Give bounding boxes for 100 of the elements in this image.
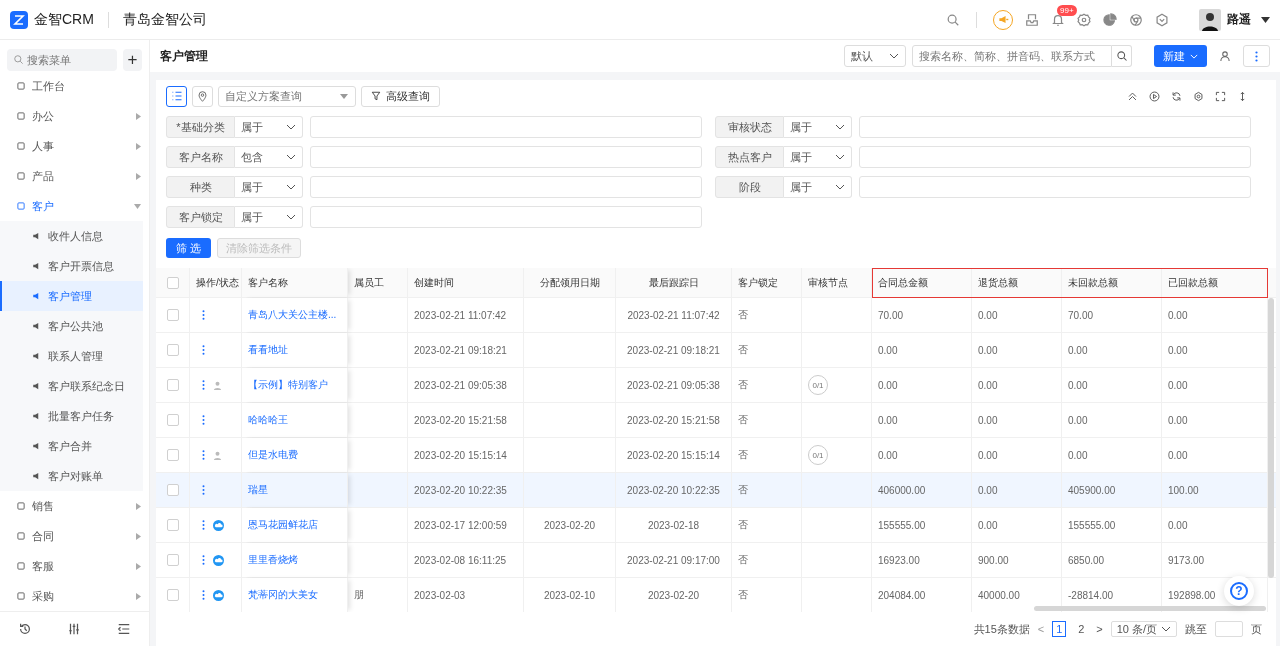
customer-name-link[interactable]: 哈哈哈王 bbox=[248, 413, 288, 427]
vertical-resize-icon[interactable] bbox=[1237, 90, 1248, 102]
filter-input[interactable] bbox=[310, 146, 702, 168]
next-page-button[interactable]: > bbox=[1096, 623, 1103, 636]
customer-name-link[interactable]: 瑞星 bbox=[248, 483, 268, 497]
history-icon[interactable] bbox=[17, 622, 32, 636]
customer-name-link[interactable]: 梵蒂冈的大美女 bbox=[248, 588, 318, 602]
filter-input[interactable] bbox=[859, 116, 1251, 138]
refresh-icon[interactable] bbox=[1171, 90, 1182, 102]
menu-item[interactable]: 人事 bbox=[0, 131, 149, 161]
more-icon[interactable] bbox=[202, 520, 205, 530]
menu-item[interactable]: 销售 bbox=[0, 491, 149, 521]
submenu-item[interactable]: 客户对账单 bbox=[0, 461, 143, 491]
operator-select[interactable]: 属于 bbox=[784, 176, 852, 198]
customer-name-link[interactable]: 看看地址 bbox=[248, 343, 288, 357]
row-checkbox[interactable] bbox=[166, 554, 179, 566]
submenu-item[interactable]: 批量客户任务 bbox=[0, 401, 143, 431]
customer-name-link[interactable]: 但是水电费 bbox=[248, 448, 298, 462]
operator-select[interactable]: 包含 bbox=[235, 146, 303, 168]
menu-item[interactable]: 客户 bbox=[0, 191, 149, 221]
hexagon-icon[interactable] bbox=[1155, 12, 1169, 27]
help-button[interactable]: ? bbox=[1224, 576, 1254, 606]
new-button[interactable]: 新建 bbox=[1154, 45, 1207, 67]
menu-item[interactable]: 工作台 bbox=[0, 71, 149, 101]
operator-select[interactable]: 属于 bbox=[784, 146, 852, 168]
list-view-button[interactable] bbox=[166, 85, 187, 107]
advanced-query-button[interactable]: 高级查询 bbox=[361, 85, 440, 107]
row-checkbox[interactable] bbox=[166, 309, 179, 321]
row-checkbox[interactable] bbox=[166, 414, 179, 426]
jump-page-field[interactable] bbox=[1215, 621, 1243, 638]
user-name[interactable]: 路遥 bbox=[1227, 11, 1251, 28]
row-checkbox[interactable] bbox=[166, 519, 179, 531]
row-checkbox[interactable] bbox=[166, 379, 179, 391]
map-pin-button[interactable] bbox=[192, 85, 213, 107]
sliders-icon[interactable] bbox=[67, 622, 82, 636]
play-icon[interactable] bbox=[1149, 90, 1160, 102]
settings-icon[interactable] bbox=[1077, 12, 1091, 27]
pie-chart-icon[interactable] bbox=[1103, 12, 1117, 27]
horizontal-scrollbar[interactable] bbox=[1034, 606, 1266, 612]
filter-input[interactable] bbox=[310, 176, 702, 198]
filter-input[interactable] bbox=[859, 146, 1251, 168]
row-checkbox[interactable] bbox=[166, 344, 179, 356]
filter-input[interactable] bbox=[859, 176, 1251, 198]
row-checkbox[interactable] bbox=[166, 449, 179, 461]
operator-select[interactable]: 属于 bbox=[235, 176, 303, 198]
select-all-checkbox[interactable] bbox=[166, 276, 179, 289]
customer-name-link[interactable]: 【示例】特别客户 bbox=[248, 378, 328, 392]
more-icon[interactable] bbox=[202, 485, 205, 495]
filter-input[interactable] bbox=[310, 206, 702, 228]
more-icon[interactable] bbox=[202, 555, 205, 565]
menu-search-field[interactable]: 搜索菜单 bbox=[7, 49, 117, 71]
more-icon[interactable] bbox=[202, 310, 205, 320]
more-icon[interactable] bbox=[202, 590, 205, 600]
page-button[interactable]: 2 bbox=[1074, 621, 1089, 638]
menu-item[interactable]: 采购 bbox=[0, 581, 149, 611]
avatar[interactable] bbox=[1199, 8, 1221, 31]
add-button[interactable]: + bbox=[123, 49, 142, 71]
search-icon[interactable] bbox=[946, 12, 960, 27]
more-icon[interactable] bbox=[202, 415, 205, 425]
page-size-select[interactable]: 10 条/页 bbox=[1110, 621, 1177, 638]
more-icon[interactable] bbox=[202, 345, 205, 355]
operator-select[interactable]: 属于 bbox=[235, 116, 303, 138]
submenu-item[interactable]: 客户管理 bbox=[0, 281, 143, 311]
submenu-item[interactable]: 客户合并 bbox=[0, 431, 143, 461]
menu-item[interactable]: 办公 bbox=[0, 101, 149, 131]
row-checkbox[interactable] bbox=[166, 589, 179, 601]
caret-icon[interactable] bbox=[1261, 16, 1270, 23]
vertical-scrollbar[interactable] bbox=[1268, 298, 1274, 578]
collapse-menu-icon[interactable] bbox=[117, 622, 132, 636]
more-button[interactable] bbox=[1243, 45, 1270, 67]
submenu-item[interactable]: 客户开票信息 bbox=[0, 251, 143, 281]
menu-item[interactable]: 合同 bbox=[0, 521, 149, 551]
search-button[interactable] bbox=[1112, 45, 1132, 67]
filter-input[interactable] bbox=[310, 116, 702, 138]
menu-item[interactable]: 客服 bbox=[0, 551, 149, 581]
scheme-select[interactable]: 自定义方案查询 bbox=[218, 85, 356, 107]
customer-name-link[interactable]: 青岛八大关公主楼... bbox=[248, 308, 337, 322]
submenu-item[interactable]: 客户联系纪念日 bbox=[0, 371, 143, 401]
operator-select[interactable]: 属于 bbox=[235, 206, 303, 228]
customer-name-link[interactable]: 里里香烧烤 bbox=[248, 553, 298, 567]
page-button[interactable]: 1 bbox=[1052, 621, 1067, 638]
submenu-item[interactable]: 收件人信息 bbox=[0, 221, 143, 251]
browser-icon[interactable] bbox=[1129, 12, 1143, 27]
customer-name-link[interactable]: 恩马花园鲜花店 bbox=[248, 518, 318, 532]
bell-icon[interactable] bbox=[1051, 12, 1065, 27]
inbox-icon[interactable] bbox=[1025, 12, 1039, 27]
submenu-item[interactable]: 客户公共池 bbox=[0, 311, 143, 341]
filter-button[interactable]: 筛 选 bbox=[166, 238, 212, 258]
submenu-item[interactable]: 联系人管理 bbox=[0, 341, 143, 371]
search-field[interactable]: 搜索名称、简称、拼音码、联系方式 bbox=[912, 45, 1112, 67]
menu-item[interactable]: 产品 bbox=[0, 161, 149, 191]
collapse-up-icon[interactable] bbox=[1127, 90, 1138, 102]
fullscreen-icon[interactable] bbox=[1215, 90, 1226, 102]
settings-icon[interactable] bbox=[1193, 90, 1204, 102]
user-icon[interactable] bbox=[1219, 50, 1231, 62]
operator-select[interactable]: 属于 bbox=[784, 116, 852, 138]
more-icon[interactable] bbox=[202, 380, 205, 390]
row-checkbox[interactable] bbox=[166, 484, 179, 496]
more-icon[interactable] bbox=[202, 450, 205, 460]
scope-select[interactable]: 默认 bbox=[844, 45, 906, 67]
